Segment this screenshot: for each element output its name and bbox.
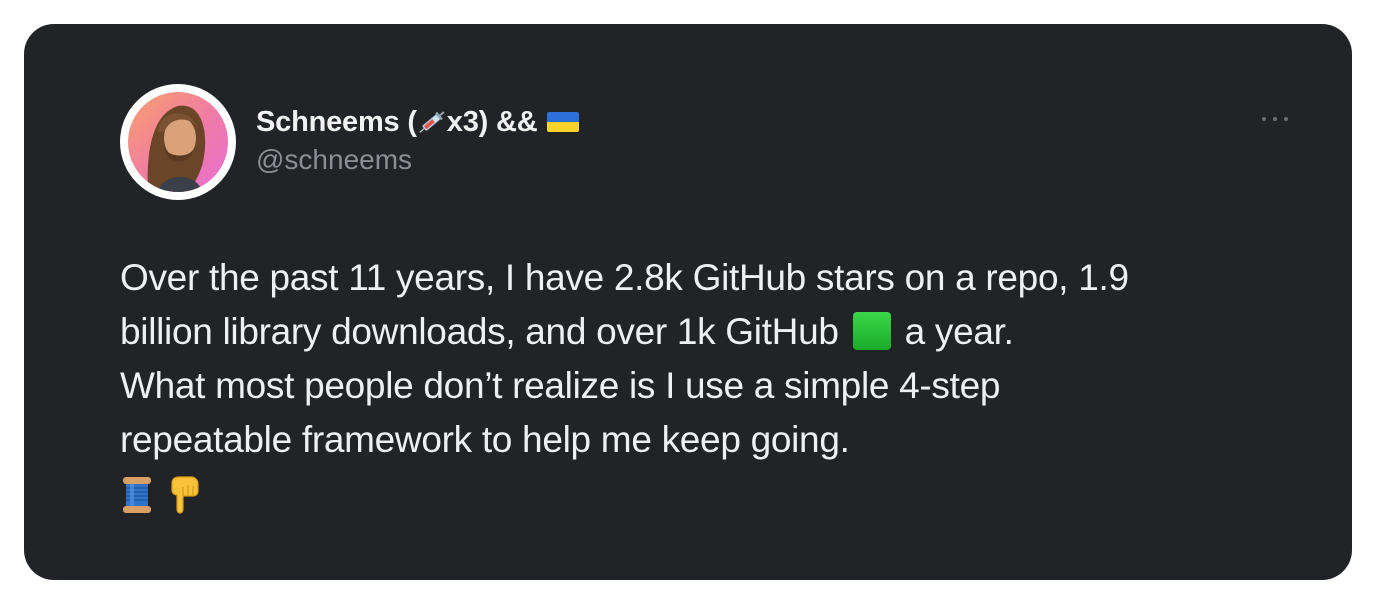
author-name-text: Schneems ( (256, 106, 417, 138)
pointing-down-icon (171, 476, 199, 514)
ukraine-flag-icon (547, 112, 580, 132)
tweet-line: Over the past 11 years, I have 2.8k GitH… (120, 257, 1129, 298)
avatar[interactable] (120, 84, 236, 200)
author-name[interactable]: Schneems ( x3) && (256, 104, 580, 140)
tweet-line: repeatable framework to help me keep goi… (120, 419, 850, 460)
tweet-line-part: a year. (904, 311, 1014, 352)
author-handle[interactable]: @schneems (256, 142, 579, 178)
more-options-icon[interactable] (1262, 112, 1288, 126)
tweet-card: Schneems ( x3) && @schneems Over the pas… (24, 24, 1352, 580)
tweet-line: What most people don’t realize is I use … (120, 365, 1001, 406)
tweet-line: billion library downloads, and over 1k G… (120, 305, 1280, 359)
tweet-author: Schneems ( x3) && @schneems (256, 104, 580, 178)
thread-spool-icon (123, 477, 151, 513)
author-name-suffix: x3) && (446, 106, 538, 138)
tweet-line-part: billion library downloads, and over 1k G… (120, 311, 839, 352)
green-square-icon (852, 312, 891, 350)
tweet-text: Over the past 11 years, I have 2.8k GitH… (120, 251, 1280, 515)
trailing-emoji (120, 475, 1280, 515)
avatar-image (128, 92, 228, 192)
syringe-icon (419, 111, 445, 133)
